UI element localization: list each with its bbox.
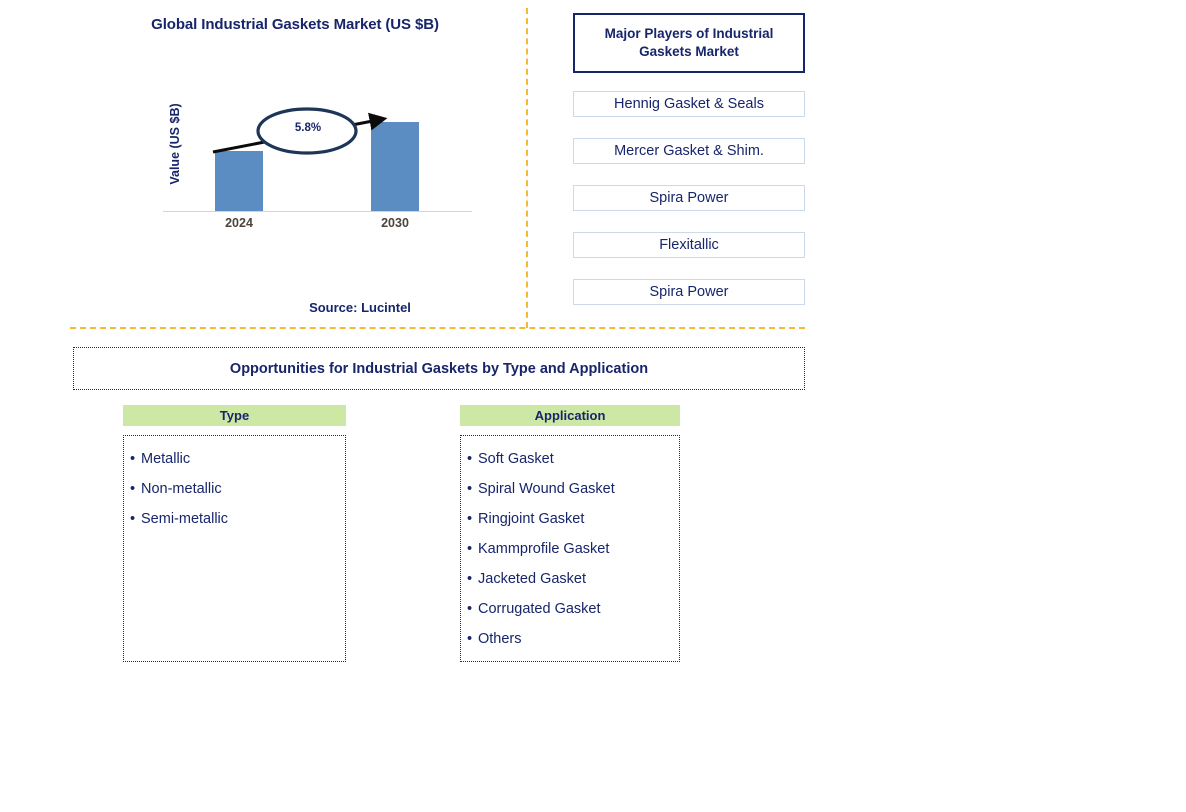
bullet-icon: • (130, 451, 136, 467)
list-item: • Corrugated Gasket (467, 594, 679, 624)
list-item: • Non-metallic (130, 474, 345, 504)
bar-chart: Value (US $B) 2024 2030 5.8% (150, 95, 490, 240)
vertical-divider (526, 8, 528, 328)
bullet-icon: • (467, 571, 473, 587)
bullet-icon: • (467, 481, 473, 497)
player-item: Flexitallic (573, 232, 805, 258)
list-item: • Others (467, 624, 679, 654)
list-item-label: Soft Gasket (478, 451, 554, 467)
bullet-icon: • (467, 511, 473, 527)
player-item: Spira Power (573, 279, 805, 305)
bullet-icon: • (467, 451, 473, 467)
player-item: Mercer Gasket & Shim. (573, 138, 805, 164)
list-item-label: Others (478, 631, 522, 647)
column-header-application: Application (460, 405, 680, 426)
column-header-type: Type (123, 405, 346, 426)
player-item: Spira Power (573, 185, 805, 211)
list-item-label: Jacketed Gasket (478, 571, 586, 587)
x-tick-label-2030: 2030 (381, 216, 409, 230)
list-item: • Soft Gasket (467, 444, 679, 474)
bullet-icon: • (467, 631, 473, 647)
players-list: Hennig Gasket & Seals Mercer Gasket & Sh… (573, 91, 805, 326)
player-item: Hennig Gasket & Seals (573, 91, 805, 117)
y-axis-label: Value (US $B) (168, 103, 182, 185)
list-item: • Ringjoint Gasket (467, 504, 679, 534)
list-item: • Kammprofile Gasket (467, 534, 679, 564)
list-item: • Spiral Wound Gasket (467, 474, 679, 504)
bullet-icon: • (467, 541, 473, 557)
bullet-icon: • (467, 601, 473, 617)
infographic-canvas: Global Industrial Gaskets Market (US $B)… (0, 0, 1186, 812)
list-item: • Semi-metallic (130, 504, 345, 534)
list-item: • Metallic (130, 444, 345, 474)
list-item-label: Kammprofile Gasket (478, 541, 610, 557)
source-label: Source: Lucintel (309, 300, 411, 315)
x-axis-line (163, 211, 472, 212)
list-item-label: Semi-metallic (141, 511, 229, 527)
bullet-icon: • (130, 511, 136, 527)
chart-title: Global Industrial Gaskets Market (US $B) (151, 16, 439, 33)
column-application: Application • Soft Gasket • Spiral Wound G… (460, 405, 680, 662)
list-item-label: Corrugated Gasket (478, 601, 601, 617)
list-item-label: Metallic (141, 451, 191, 467)
list-item-label: Spiral Wound Gasket (478, 481, 615, 497)
column-body-application: • Soft Gasket • Spiral Wound Gasket • Ringj… (460, 435, 680, 662)
list-item-label: Ringjoint Gasket (478, 511, 585, 527)
list-item: • Jacketed Gasket (467, 564, 679, 594)
opportunities-banner: Opportunities for Industrial Gaskets by … (73, 347, 805, 390)
x-tick-label-2024: 2024 (225, 216, 253, 230)
cagr-value-label: 5.8% (294, 122, 322, 134)
list-item-label: Non-metallic (141, 481, 222, 497)
players-panel-header: Major Players of Industrial Gaskets Mark… (573, 13, 805, 73)
horizontal-divider (70, 327, 805, 329)
column-body-type: • Metallic • Non-metallic • Semi-metallic (123, 435, 346, 662)
bullet-icon: • (130, 481, 136, 497)
column-type: Type • Metallic • Non-metallic • Semi-metal… (123, 405, 346, 662)
